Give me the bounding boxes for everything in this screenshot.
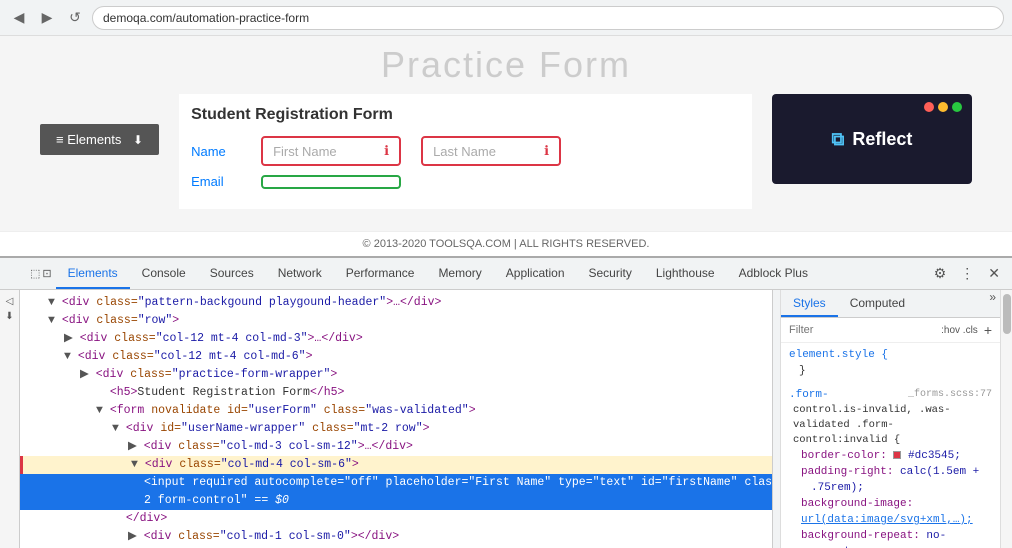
add-style-button[interactable]: + xyxy=(984,322,992,338)
elements-tree[interactable]: ▼ <div class="pattern-backgound playgoun… xyxy=(20,290,772,548)
download-icon: ⬇ xyxy=(133,133,143,147)
tree-row-1[interactable]: ▼ <div class="pattern-backgound playgoun… xyxy=(20,294,772,312)
tree-row-selected[interactable]: <input required autocomplete="off" place… xyxy=(20,474,772,492)
tree-row-2[interactable]: ▼ <div class="row"> xyxy=(20,312,772,330)
hover-cls-button[interactable]: :hov .cls xyxy=(941,325,978,336)
tab-styles[interactable]: Styles xyxy=(781,290,838,317)
tab-console[interactable]: Console xyxy=(130,258,198,289)
page-title: Practice Form xyxy=(381,44,631,86)
close-dot xyxy=(924,102,934,112)
close-devtools-icon[interactable]: ✕ xyxy=(984,263,1004,284)
tab-adblock[interactable]: Adblock Plus xyxy=(727,258,820,289)
devtools-panel: ⬚ ⊡ Elements Console Sources Network Per… xyxy=(0,256,1012,548)
tree-row-12[interactable]: ▶ <div class="col-md-1 col-sm-0"></div> xyxy=(20,528,772,546)
forward-button[interactable]: ▶ xyxy=(36,7,58,29)
tab-sources[interactable]: Sources xyxy=(198,258,266,289)
tree-row-8[interactable]: ▼ <div id="userName-wrapper" class="mt-2… xyxy=(20,420,772,438)
elements-button[interactable]: ≡ Elements ⬇ xyxy=(40,124,159,155)
last-name-warning-icon: ℹ xyxy=(544,143,549,159)
style-block-element: element.style { } xyxy=(789,347,992,379)
scroll-thumb[interactable] xyxy=(1003,294,1011,334)
tab-application[interactable]: Application xyxy=(494,258,577,289)
minimize-dot xyxy=(938,102,948,112)
tab-computed[interactable]: Computed xyxy=(838,290,917,317)
last-name-placeholder: Last Name xyxy=(433,144,496,159)
styles-expand-icon[interactable]: » xyxy=(989,290,1000,317)
first-name-field[interactable]: First Name ℹ xyxy=(261,136,401,166)
reload-button[interactable]: ↺ xyxy=(64,7,86,29)
email-field[interactable] xyxy=(261,175,401,189)
tree-row-11[interactable]: </div> xyxy=(20,510,772,528)
devtools-tabbar: ⬚ ⊡ Elements Console Sources Network Per… xyxy=(0,258,1012,290)
name-row: Name First Name ℹ Last Name ℹ xyxy=(191,136,740,166)
tab-network[interactable]: Network xyxy=(266,258,334,289)
last-name-field[interactable]: Last Name ℹ xyxy=(421,136,561,166)
tree-row-5[interactable]: ▶ <div class="practice-form-wrapper"> xyxy=(20,366,772,384)
first-name-warning-icon: ℹ xyxy=(384,143,389,159)
tree-row-selected-2[interactable]: 2 form-control" == $0 xyxy=(20,492,772,510)
tab-lighthouse[interactable]: Lighthouse xyxy=(644,258,727,289)
style-source: _forms.scss:77 xyxy=(908,387,992,403)
reflect-icon: ⧉ xyxy=(832,129,845,150)
copyright-text: © 2013-2020 TOOLSQA.COM | ALL RIGHTS RES… xyxy=(363,238,650,250)
scrollbar[interactable] xyxy=(1000,290,1012,548)
device-toolbar-button[interactable]: ⊡ xyxy=(42,267,51,280)
styles-filter-row: :hov .cls + xyxy=(781,318,1000,343)
devtools-body: ◁ ⬇ ▼ <div class="pattern-backgound play… xyxy=(0,290,1012,548)
tab-elements[interactable]: Elements xyxy=(56,258,130,289)
reflect-label: Reflect xyxy=(852,129,912,150)
browser-toolbar: ◀ ▶ ↺ xyxy=(0,0,1012,36)
panel-resizer[interactable] xyxy=(772,290,780,548)
back-button[interactable]: ◀ xyxy=(8,7,30,29)
tree-row-3[interactable]: ▶ <div class="col-12 mt-4 col-md-3">…</d… xyxy=(20,330,772,348)
page-content: Practice Form ≡ Elements ⬇ Student Regis… xyxy=(0,36,1012,231)
tree-row-4[interactable]: ▼ <div class="col-12 mt-4 col-md-6"> xyxy=(20,348,772,366)
style-prop-bg-image: background-image: url(data:image/svg+xml… xyxy=(789,496,992,528)
tree-row-9[interactable]: ▶ <div class="col-md-3 col-sm-12">…</div… xyxy=(20,438,772,456)
styles-tab-bar: Styles Computed » xyxy=(781,290,1000,318)
tab-performance[interactable]: Performance xyxy=(334,258,427,289)
style-prop-border-color: border-color: #dc3545; xyxy=(789,448,992,464)
email-label: Email xyxy=(191,174,251,189)
tab-memory[interactable]: Memory xyxy=(426,258,493,289)
gutter-icon-2: ⬇ xyxy=(5,311,13,322)
settings-icon[interactable]: ⚙ xyxy=(930,263,951,284)
reflect-panel: ⧉ Reflect xyxy=(772,94,972,184)
devtools-actions: ⚙ ⋮ ✕ xyxy=(930,258,1012,289)
name-label: Name xyxy=(191,144,251,159)
tab-security[interactable]: Security xyxy=(577,258,644,289)
first-name-placeholder: First Name xyxy=(273,144,337,159)
bg-image-url[interactable]: url(data:image/svg+xml,…); xyxy=(801,514,973,526)
form-title: Student Registration Form xyxy=(191,106,740,124)
inspect-element-button[interactable]: ⬚ xyxy=(30,267,40,280)
maximize-dot xyxy=(952,102,962,112)
style-rule-text: control.is-invalid, .was- validated .for… xyxy=(789,403,992,448)
tree-row-10[interactable]: ▼ <div class="col-md-4 col-sm-6"> xyxy=(20,456,772,474)
address-bar[interactable] xyxy=(92,6,1004,30)
style-block-form-control: .form- _forms.scss:77 control.is-invalid… xyxy=(789,387,992,548)
styles-filter-input[interactable] xyxy=(789,324,935,336)
devtools-left-gutter: ◁ ⬇ xyxy=(0,290,20,548)
selector-close: } xyxy=(799,365,806,377)
gutter-icon-1: ◁ xyxy=(6,296,14,307)
window-controls xyxy=(924,102,962,112)
styles-content: element.style { } .form- _forms.scss:77 … xyxy=(781,343,1000,548)
more-options-icon[interactable]: ⋮ xyxy=(956,263,978,284)
email-row: Email xyxy=(191,174,740,189)
color-swatch-red xyxy=(893,451,901,459)
selector-form-control: .form- xyxy=(789,389,829,401)
selector-element-style: element.style { xyxy=(789,349,888,361)
styles-panel: Styles Computed » :hov .cls + element.st… xyxy=(780,290,1000,548)
devtools-panel-toggles: ⬚ ⊡ xyxy=(30,258,56,289)
hamburger-label: ≡ Elements xyxy=(56,132,121,147)
tree-row-7[interactable]: ▼ <form novalidate id="userForm" class="… xyxy=(20,402,772,420)
copyright-bar: © 2013-2020 TOOLSQA.COM | ALL RIGHTS RES… xyxy=(0,231,1012,256)
style-prop-padding-right: padding-right: calc(1.5em + xyxy=(789,464,992,480)
style-prop-bg-repeat: background-repeat: no- xyxy=(789,528,992,544)
tree-row-6[interactable]: <h5>Student Registration Form</h5> xyxy=(20,384,772,402)
